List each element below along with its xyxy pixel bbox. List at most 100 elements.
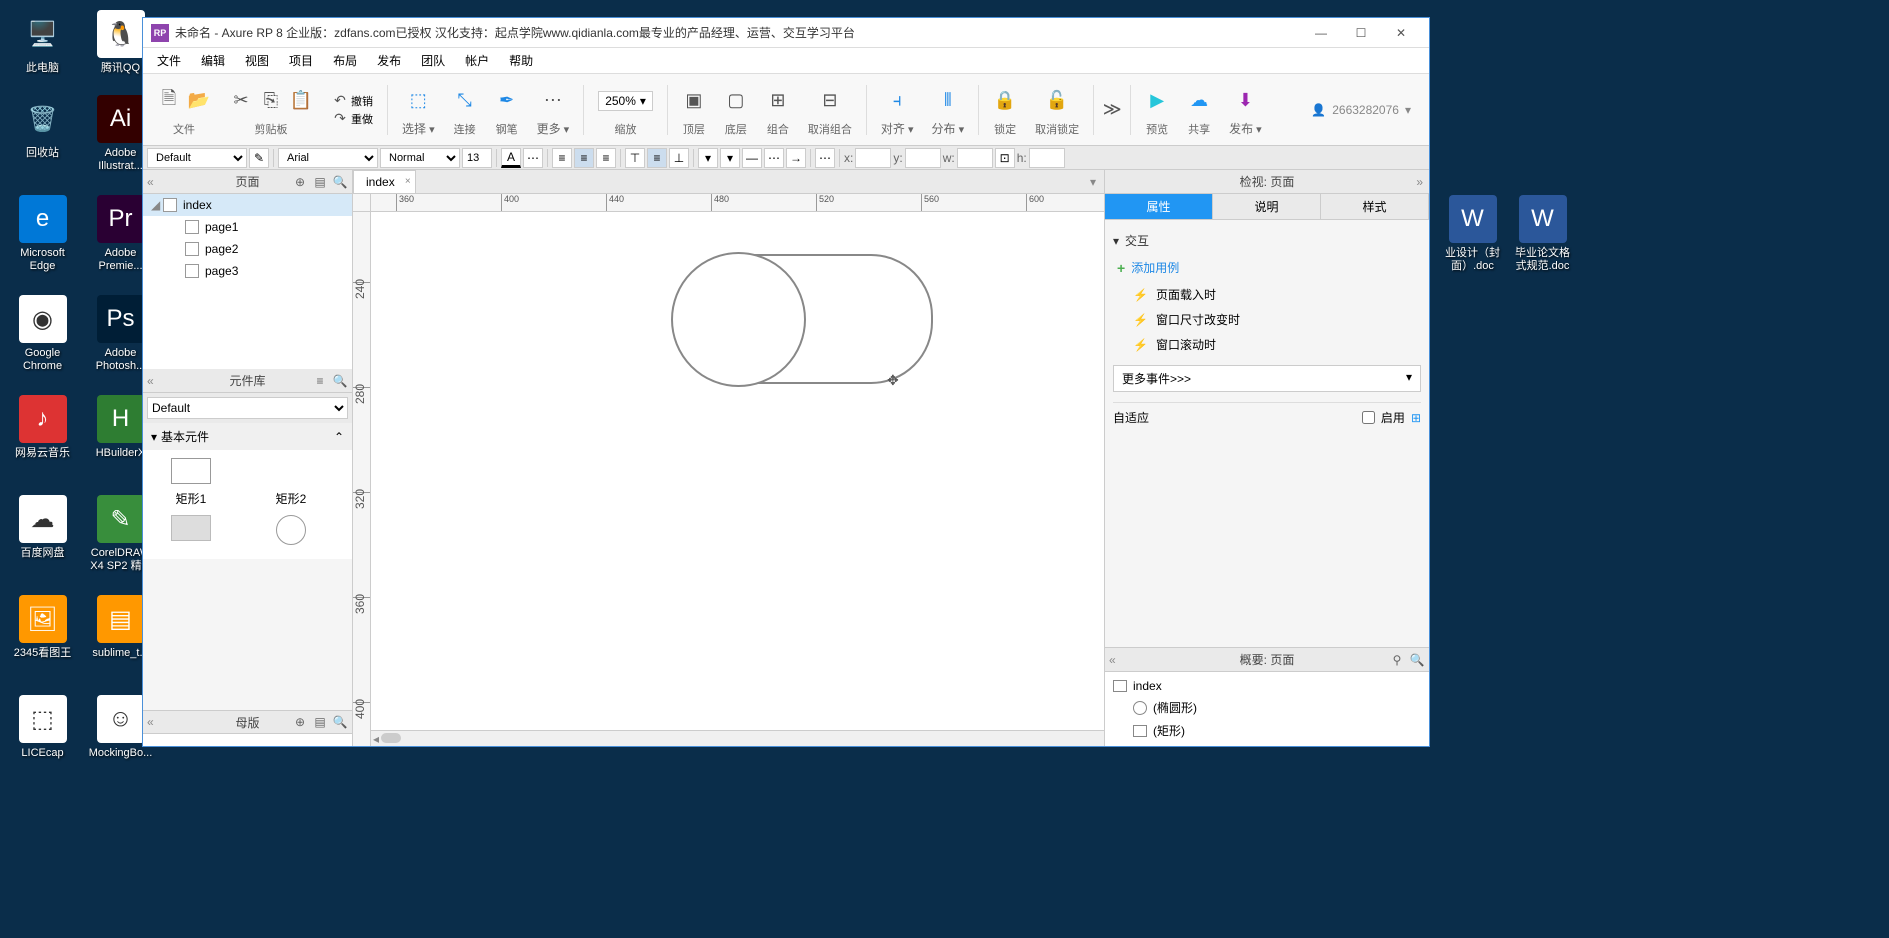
- style-manager-icon[interactable]: ✎: [249, 148, 269, 168]
- desktop-icon[interactable]: eMicrosoft Edge: [10, 195, 75, 273]
- text-color-icon[interactable]: A: [501, 148, 521, 168]
- align-left-icon[interactable]: ≡: [552, 148, 572, 168]
- filter-outline-icon[interactable]: ⚲: [1389, 652, 1405, 668]
- font-weight-select[interactable]: Normal: [380, 148, 460, 168]
- scroll-thumb[interactable]: [381, 733, 401, 743]
- tab-style[interactable]: 样式: [1321, 194, 1429, 219]
- desktop-icon[interactable]: W毕业论文格式规范.doc: [1510, 195, 1575, 273]
- master-menu-icon[interactable]: ▤: [312, 714, 328, 730]
- outline-root[interactable]: index: [1109, 676, 1425, 696]
- desktop-icon[interactable]: ⬚LICEcap: [10, 695, 75, 760]
- menu-item[interactable]: 帐户: [455, 48, 499, 73]
- new-file-icon[interactable]: 🗎: [157, 89, 181, 113]
- desktop-icon[interactable]: 🗑️回收站: [10, 95, 75, 160]
- align-right-icon[interactable]: ≡: [596, 148, 616, 168]
- menu-item[interactable]: 文件: [147, 48, 191, 73]
- lib-item-gray[interactable]: [151, 515, 231, 551]
- search-outline-icon[interactable]: 🔍: [1409, 652, 1425, 668]
- tree-item[interactable]: page1: [143, 216, 352, 238]
- tree-collapse-icon[interactable]: ◢: [151, 198, 163, 212]
- menu-item[interactable]: 帮助: [499, 48, 543, 73]
- undo-label[interactable]: 撤销: [351, 93, 373, 109]
- unlock-icon[interactable]: 🔓: [1045, 89, 1069, 113]
- menu-item[interactable]: 视图: [235, 48, 279, 73]
- tab-dropdown-icon[interactable]: ▾: [1082, 171, 1104, 193]
- front-icon[interactable]: ▣: [682, 89, 706, 113]
- zoom-select[interactable]: 250%▾: [598, 91, 653, 111]
- outline-item-ellipse[interactable]: (椭圆形): [1109, 696, 1425, 719]
- library-select[interactable]: Default: [147, 397, 348, 419]
- overflow-icon[interactable]: ≫: [1100, 98, 1124, 122]
- collapse-lib-icon[interactable]: «: [147, 374, 154, 388]
- search-lib-icon[interactable]: 🔍: [332, 373, 348, 389]
- close-button[interactable]: ✕: [1381, 18, 1421, 48]
- tree-item[interactable]: page3: [143, 260, 352, 282]
- align-icon[interactable]: ⫞: [885, 88, 909, 112]
- tree-item-index[interactable]: ◢ index: [143, 194, 352, 216]
- interaction-header[interactable]: ▾交互: [1113, 228, 1421, 253]
- enable-checkbox[interactable]: [1362, 411, 1375, 424]
- valign-top-icon[interactable]: ⊤: [625, 148, 645, 168]
- redo-icon[interactable]: ↷: [331, 110, 349, 128]
- lock-icon[interactable]: 🔒: [993, 89, 1017, 113]
- desktop-icon[interactable]: 🖥️此电脑: [10, 10, 75, 75]
- redo-label[interactable]: 重做: [351, 111, 373, 127]
- preview-icon[interactable]: ▶: [1145, 89, 1169, 113]
- scrollbar-horizontal[interactable]: ◂: [371, 730, 1104, 746]
- pen-icon[interactable]: ✒: [495, 89, 519, 113]
- paste-icon[interactable]: 📋: [289, 89, 313, 113]
- lock-ratio-icon[interactable]: ⊡: [995, 148, 1015, 168]
- maximize-button[interactable]: ☐: [1341, 18, 1381, 48]
- outline-item-rect[interactable]: (矩形): [1109, 719, 1425, 742]
- menu-item[interactable]: 编辑: [191, 48, 235, 73]
- desktop-icon[interactable]: ◉Google Chrome: [10, 295, 75, 373]
- user-id[interactable]: 2663282076: [1332, 103, 1399, 117]
- back-icon[interactable]: ▢: [724, 89, 748, 113]
- lib-category[interactable]: ▾基本元件⌃: [143, 423, 352, 450]
- valign-middle-icon[interactable]: ≡: [647, 148, 667, 168]
- event-item[interactable]: ⚡窗口滚动时: [1113, 332, 1421, 357]
- event-item[interactable]: ⚡窗口尺寸改变时: [1113, 307, 1421, 332]
- more-icon[interactable]: ⋯: [541, 88, 565, 112]
- tab-index[interactable]: index ×: [353, 170, 416, 193]
- canvas-shape-ellipse[interactable]: [671, 252, 806, 387]
- cut-icon[interactable]: ✂: [229, 89, 253, 113]
- adaptive-settings-icon[interactable]: ⊞: [1411, 411, 1421, 425]
- tab-notes[interactable]: 说明: [1213, 194, 1321, 219]
- font-size-input[interactable]: [462, 148, 492, 168]
- desktop-icon[interactable]: ♪网易云音乐: [10, 395, 75, 460]
- arrow-icon[interactable]: →: [786, 148, 806, 168]
- more-events-select[interactable]: 更多事件>>>▾: [1113, 365, 1421, 392]
- expand-icon[interactable]: »: [1416, 175, 1423, 189]
- y-input[interactable]: [905, 148, 941, 168]
- tab-properties[interactable]: 属性: [1105, 194, 1213, 219]
- connect-icon[interactable]: ⤡: [453, 89, 477, 113]
- user-dropdown-icon[interactable]: ▾: [1405, 103, 1411, 117]
- lib-item-circle[interactable]: [251, 515, 331, 551]
- collapse-master-icon[interactable]: «: [147, 715, 154, 729]
- search-master-icon[interactable]: 🔍: [332, 714, 348, 730]
- lib-menu-icon[interactable]: ≡: [312, 373, 328, 389]
- menu-item[interactable]: 布局: [323, 48, 367, 73]
- line-style-icon[interactable]: ⋯: [764, 148, 784, 168]
- lib-item-rect1[interactable]: 矩形1: [151, 458, 231, 507]
- desktop-icon[interactable]: W业设计（封面）.doc: [1440, 195, 1505, 273]
- publish-icon[interactable]: ⬇: [1233, 88, 1257, 112]
- fill-color-icon[interactable]: ▾: [698, 148, 718, 168]
- share-icon[interactable]: ☁: [1187, 89, 1211, 113]
- select-icon[interactable]: ⬚: [406, 88, 430, 112]
- collapse-icon[interactable]: «: [147, 175, 154, 189]
- tree-item[interactable]: page2: [143, 238, 352, 260]
- collapse-outline-icon[interactable]: «: [1109, 653, 1116, 667]
- canvas[interactable]: ✥: [371, 212, 1104, 730]
- add-case-button[interactable]: +添加用例: [1113, 253, 1421, 282]
- align-center-icon[interactable]: ≡: [574, 148, 594, 168]
- valign-bottom-icon[interactable]: ⊥: [669, 148, 689, 168]
- h-input[interactable]: [1029, 148, 1065, 168]
- lib-item-rect2[interactable]: 矩形2: [251, 458, 331, 507]
- menu-item[interactable]: 项目: [279, 48, 323, 73]
- ungroup-icon[interactable]: ⊟: [818, 89, 842, 113]
- copy-icon[interactable]: ⎘: [259, 89, 283, 113]
- font-select[interactable]: Arial: [278, 148, 378, 168]
- distribute-icon[interactable]: ⦀: [936, 88, 960, 112]
